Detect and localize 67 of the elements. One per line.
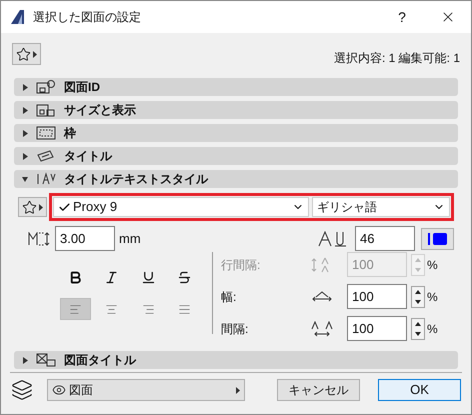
align-left-icon [68,302,82,316]
unit-label: % [427,256,438,274]
selection-info: 選択内容: 1 編集可能: 1 [334,50,460,67]
section-header[interactable]: タイトル [14,147,458,165]
font-dropdown[interactable]: Proxy 9 [53,197,309,217]
favorites-button[interactable] [18,197,47,217]
section-header[interactable]: サイズと表示 [14,101,458,119]
star-icon [16,46,31,62]
section-header[interactable]: 図面タイトル [14,351,458,369]
spacing-label: 間隔: [221,320,250,338]
underline-icon [140,270,156,284]
star-icon [22,200,37,214]
collapsed-triangle-icon[interactable] [22,130,28,136]
section-header[interactable]: タイトルテキストスタイル [14,170,458,188]
section-header[interactable]: 枠 [14,124,458,142]
justify-icon [178,302,192,316]
spacing-field[interactable]: 100 [347,316,407,341]
spin-buttons[interactable] [411,318,425,340]
spacing-label: 幅: [221,288,238,306]
spacing-label: 行間隔: [221,256,262,274]
section-title: 図面ID [64,79,100,96]
strikethrough-icon [177,270,192,284]
spacing-field[interactable]: 100 [347,284,407,309]
triangle-icon [39,204,43,210]
help-button[interactable]: ? [379,1,425,33]
collapsed-triangle-icon[interactable] [22,152,28,160]
collapsed-triangle-icon[interactable] [22,84,28,90]
cancel-button[interactable]: キャンセル [277,379,360,401]
layers-icon [11,379,33,401]
favorites-button[interactable] [12,43,41,65]
unit-label: mm [119,230,141,248]
sheet-grid-icon [36,353,56,367]
pen-icon [318,230,348,246]
align-center-icon [105,302,118,316]
text-height-field[interactable]: 3.00 [55,226,115,251]
section-title: サイズと表示 [64,102,136,119]
window-title: 選択した図面の設定 [33,9,141,26]
layer-dropdown[interactable]: 図面 [47,379,245,401]
pen-number-field[interactable]: 46 [355,226,415,251]
collapsed-triangle-icon[interactable] [22,356,28,364]
section-title: タイトルテキストスタイル [64,171,208,188]
triangle-icon [33,50,37,58]
align-right-icon [142,302,155,316]
ok-button[interactable]: OK [378,379,461,401]
section-header[interactable]: 図面ID [14,78,458,96]
app-logo-icon [11,10,25,24]
section-title: 図面タイトル [64,352,136,369]
sheet-list-icon [36,103,56,117]
section-title: 枠 [64,125,76,142]
pen-color-button[interactable] [421,228,454,250]
italic-icon [104,270,120,284]
section-title: タイトル [64,148,112,165]
alignment-toggle[interactable] [60,298,91,320]
ticket-icon [36,149,56,163]
script-dropdown[interactable]: ギリシャ語 [312,197,450,217]
letter-spacing-icon [311,320,333,336]
unit-label: % [427,320,438,338]
triangle-icon [236,386,240,394]
dashed-frame-icon [36,126,56,140]
collapsed-triangle-icon[interactable] [22,106,28,114]
expanded-triangle-icon[interactable] [22,176,28,182]
eye-icon [52,383,66,397]
text-height-icon [28,232,50,246]
sheet-info-icon [36,80,56,94]
text-style-icon [36,172,56,186]
spin-buttons[interactable] [411,286,425,308]
unit-label: % [427,288,438,306]
